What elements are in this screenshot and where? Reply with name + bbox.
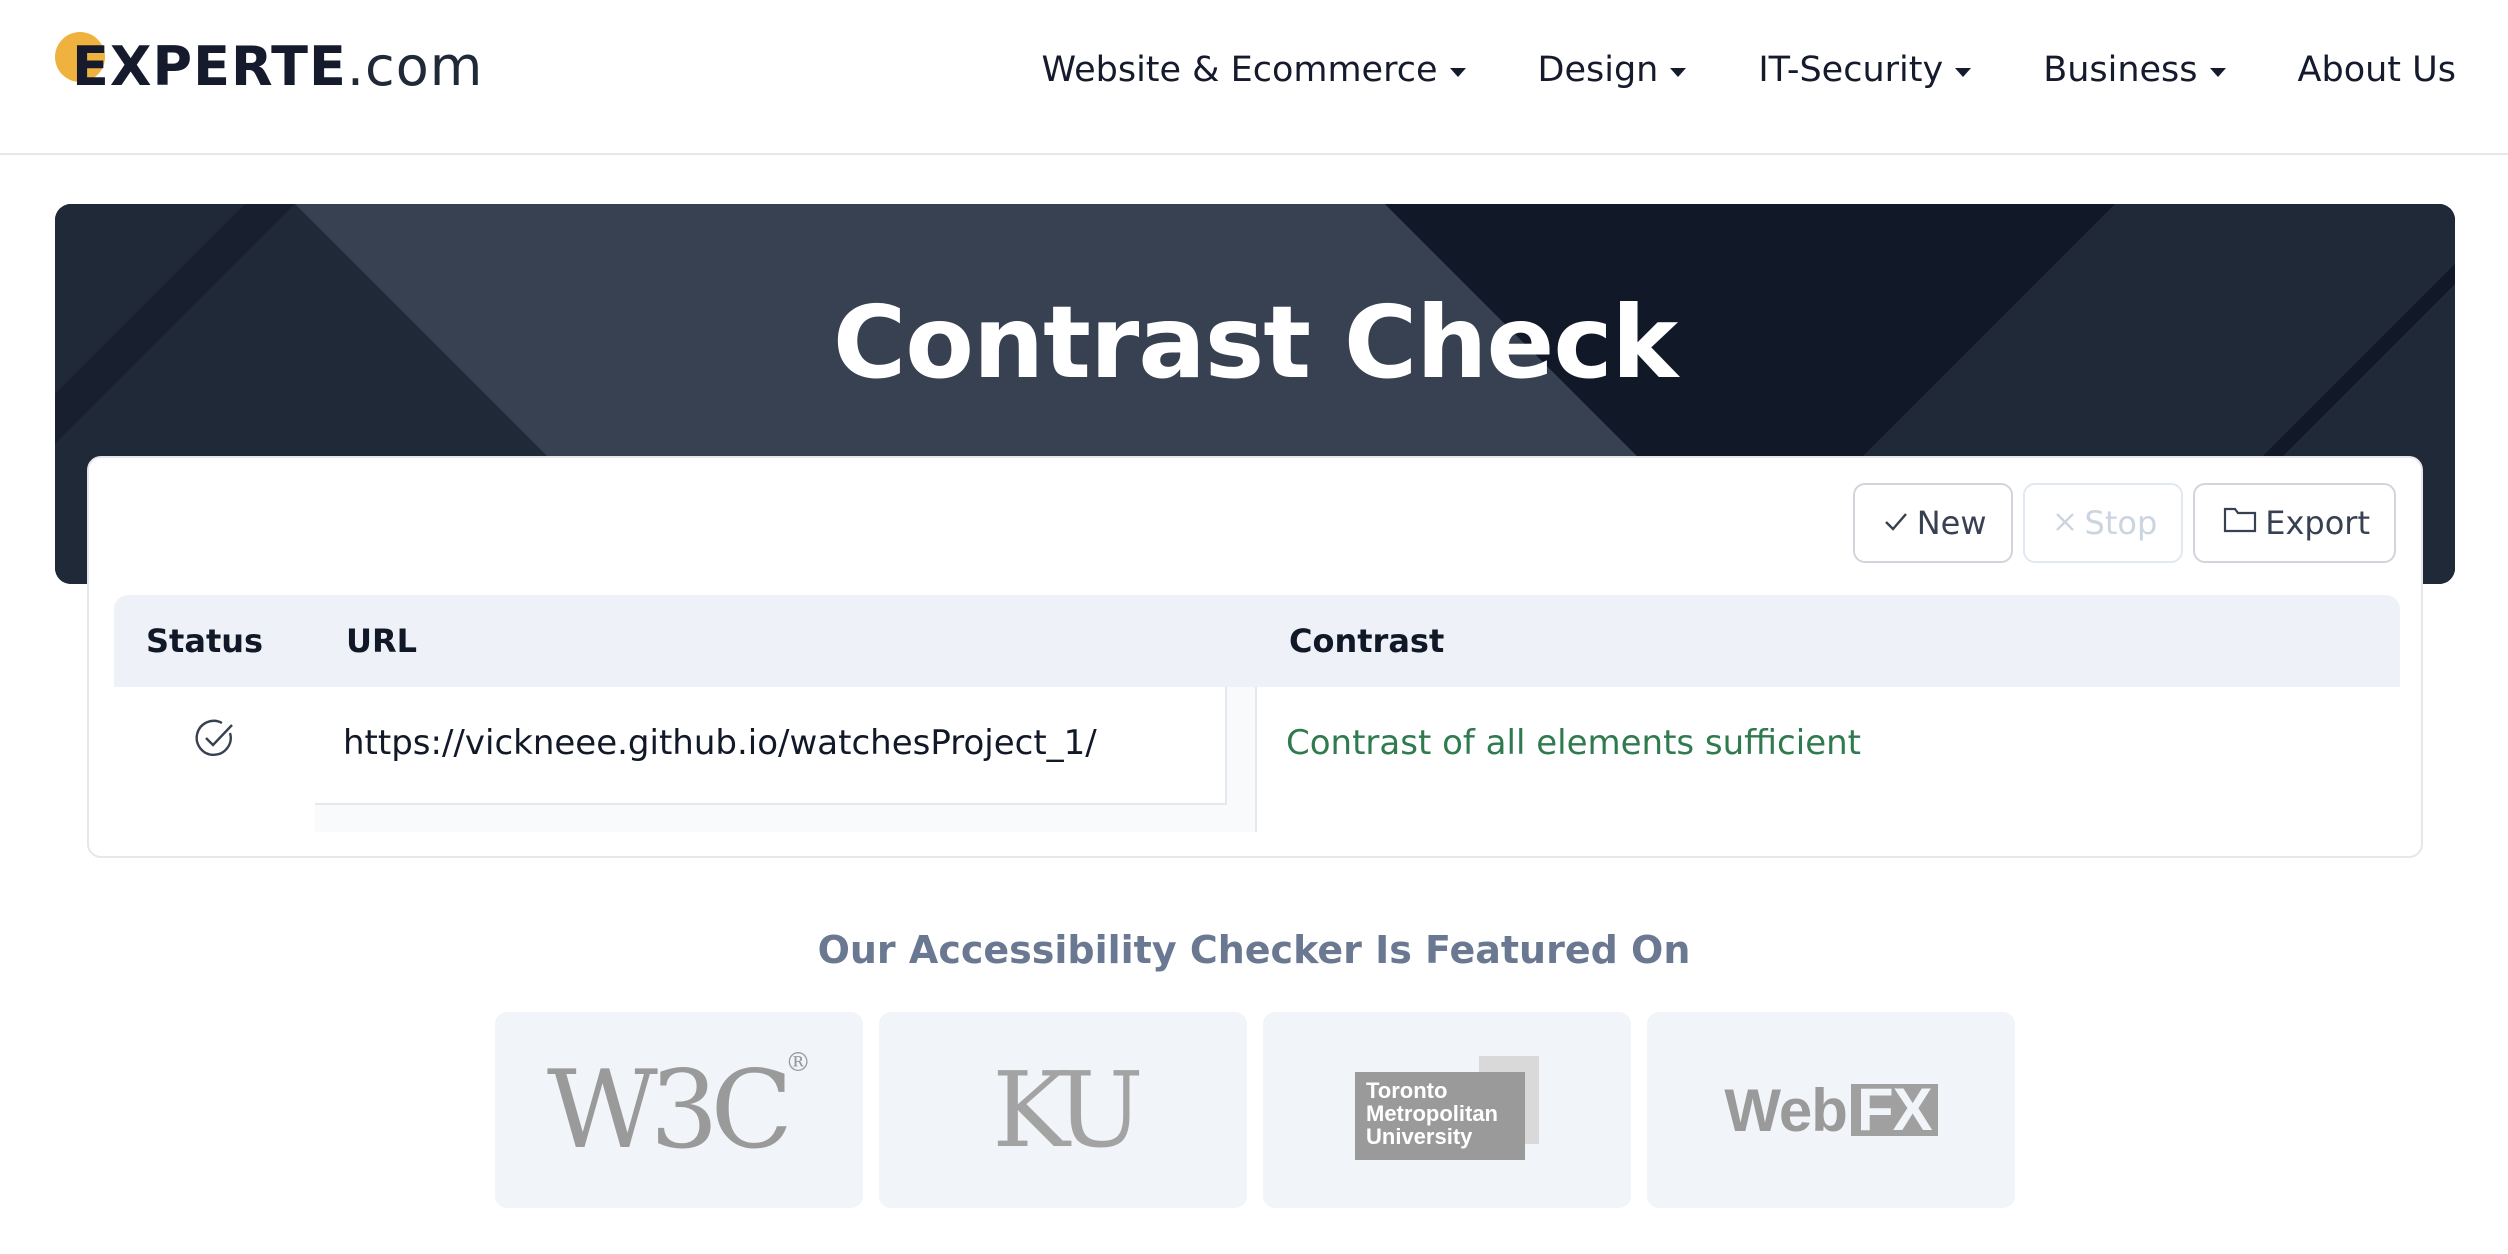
w3c-logo-text: W3C (546, 1047, 793, 1173)
contrast-result: Contrast of all elements sufficient (1286, 723, 1861, 763)
caret-down-icon (1449, 67, 1466, 77)
nav-label: Design (1537, 50, 1659, 90)
page-title: Contrast Check (832, 284, 1678, 401)
registered-mark: ® (785, 1047, 812, 1078)
table-row[interactable]: https://vickneee.github.io/watchesProjec… (114, 687, 2400, 832)
site-header: EXPERTE.com Website & Ecommerce Design I… (0, 0, 2508, 155)
new-button[interactable]: New (1852, 483, 2013, 563)
results-table-header: Status URL Contrast (114, 595, 2400, 687)
column-header-contrast[interactable]: Contrast (1289, 622, 1444, 660)
export-button[interactable]: Export (2193, 483, 2396, 563)
stop-button-label: Stop (2084, 504, 2158, 542)
site-logo[interactable]: EXPERTE.com (55, 28, 482, 108)
tmu-logo-front: Toronto Metropolitan University (1355, 1072, 1525, 1160)
caret-down-icon (1670, 67, 1687, 77)
tmu-line: Metropolitan (1366, 1101, 1498, 1126)
caret-down-icon (1955, 67, 1972, 77)
nav-item-website-ecommerce[interactable]: Website & Ecommerce (1041, 50, 1466, 96)
checkmark-icon (1883, 506, 1909, 541)
results-toolbar: New Stop Export (1843, 483, 2396, 563)
tmu-logo: Toronto Metropolitan University (1355, 1056, 1539, 1164)
featured-heading: Our Accessibility Checker Is Featured On (817, 928, 1691, 972)
stop-button[interactable]: Stop (2022, 483, 2184, 563)
results-card: New Stop Export Status URL Contrast http… (87, 456, 2423, 858)
nav-item-design[interactable]: Design (1538, 50, 1687, 90)
logo-card-webfx[interactable]: Web FX (1647, 1012, 2015, 1208)
main-nav: Website & Ecommerce Design IT-Security B… (1041, 50, 2456, 96)
nav-item-it-security[interactable]: IT-Security (1758, 50, 1972, 90)
logo-card-w3c[interactable]: W3C® (495, 1012, 863, 1208)
webfx-logo-text: Web (1724, 1076, 1848, 1144)
close-icon (2053, 506, 2077, 541)
tmu-line: University (1366, 1124, 1473, 1149)
column-header-url[interactable]: URL (346, 622, 417, 660)
logo-card-ku[interactable]: KU (879, 1012, 1247, 1208)
export-button-label: Export (2265, 504, 2370, 542)
nav-label: IT-Security (1758, 50, 1944, 90)
featured-logos: W3C® KU Toronto Metropolitan University … (495, 1012, 2015, 1208)
cell-divider (1255, 687, 1257, 832)
caret-down-icon (2209, 67, 2226, 77)
nav-label: Website & Ecommerce (1041, 50, 1438, 96)
tmu-line: Toronto (1366, 1078, 1448, 1103)
logo-card-tmu[interactable]: Toronto Metropolitan University (1263, 1012, 1631, 1208)
nav-item-about-us[interactable]: About Us (2298, 50, 2456, 90)
url-link[interactable]: https://vickneee.github.io/watchesProjec… (343, 723, 1097, 763)
logo-brand: EXPERTE (72, 35, 347, 98)
column-header-status[interactable]: Status (146, 622, 263, 660)
webfx-logo-accent: FX (1850, 1080, 1938, 1140)
nav-label: Business (2043, 50, 2198, 90)
new-button-label: New (1916, 504, 1987, 542)
nav-label: About Us (2297, 50, 2456, 90)
logo-tld: .com (346, 35, 484, 98)
url-cell: https://vickneee.github.io/watchesProjec… (315, 687, 1255, 832)
ku-logo: KU (992, 1049, 1144, 1171)
url-cell-inner: https://vickneee.github.io/watchesProjec… (315, 687, 1227, 805)
check-circle-icon (194, 717, 236, 759)
w3c-logo: W3C® (547, 1048, 811, 1173)
webfx-logo: Web FX (1724, 1076, 1938, 1145)
folder-icon (2223, 505, 2257, 541)
logo-text: EXPERTE.com (72, 40, 483, 94)
nav-item-business[interactable]: Business (2043, 50, 2226, 90)
